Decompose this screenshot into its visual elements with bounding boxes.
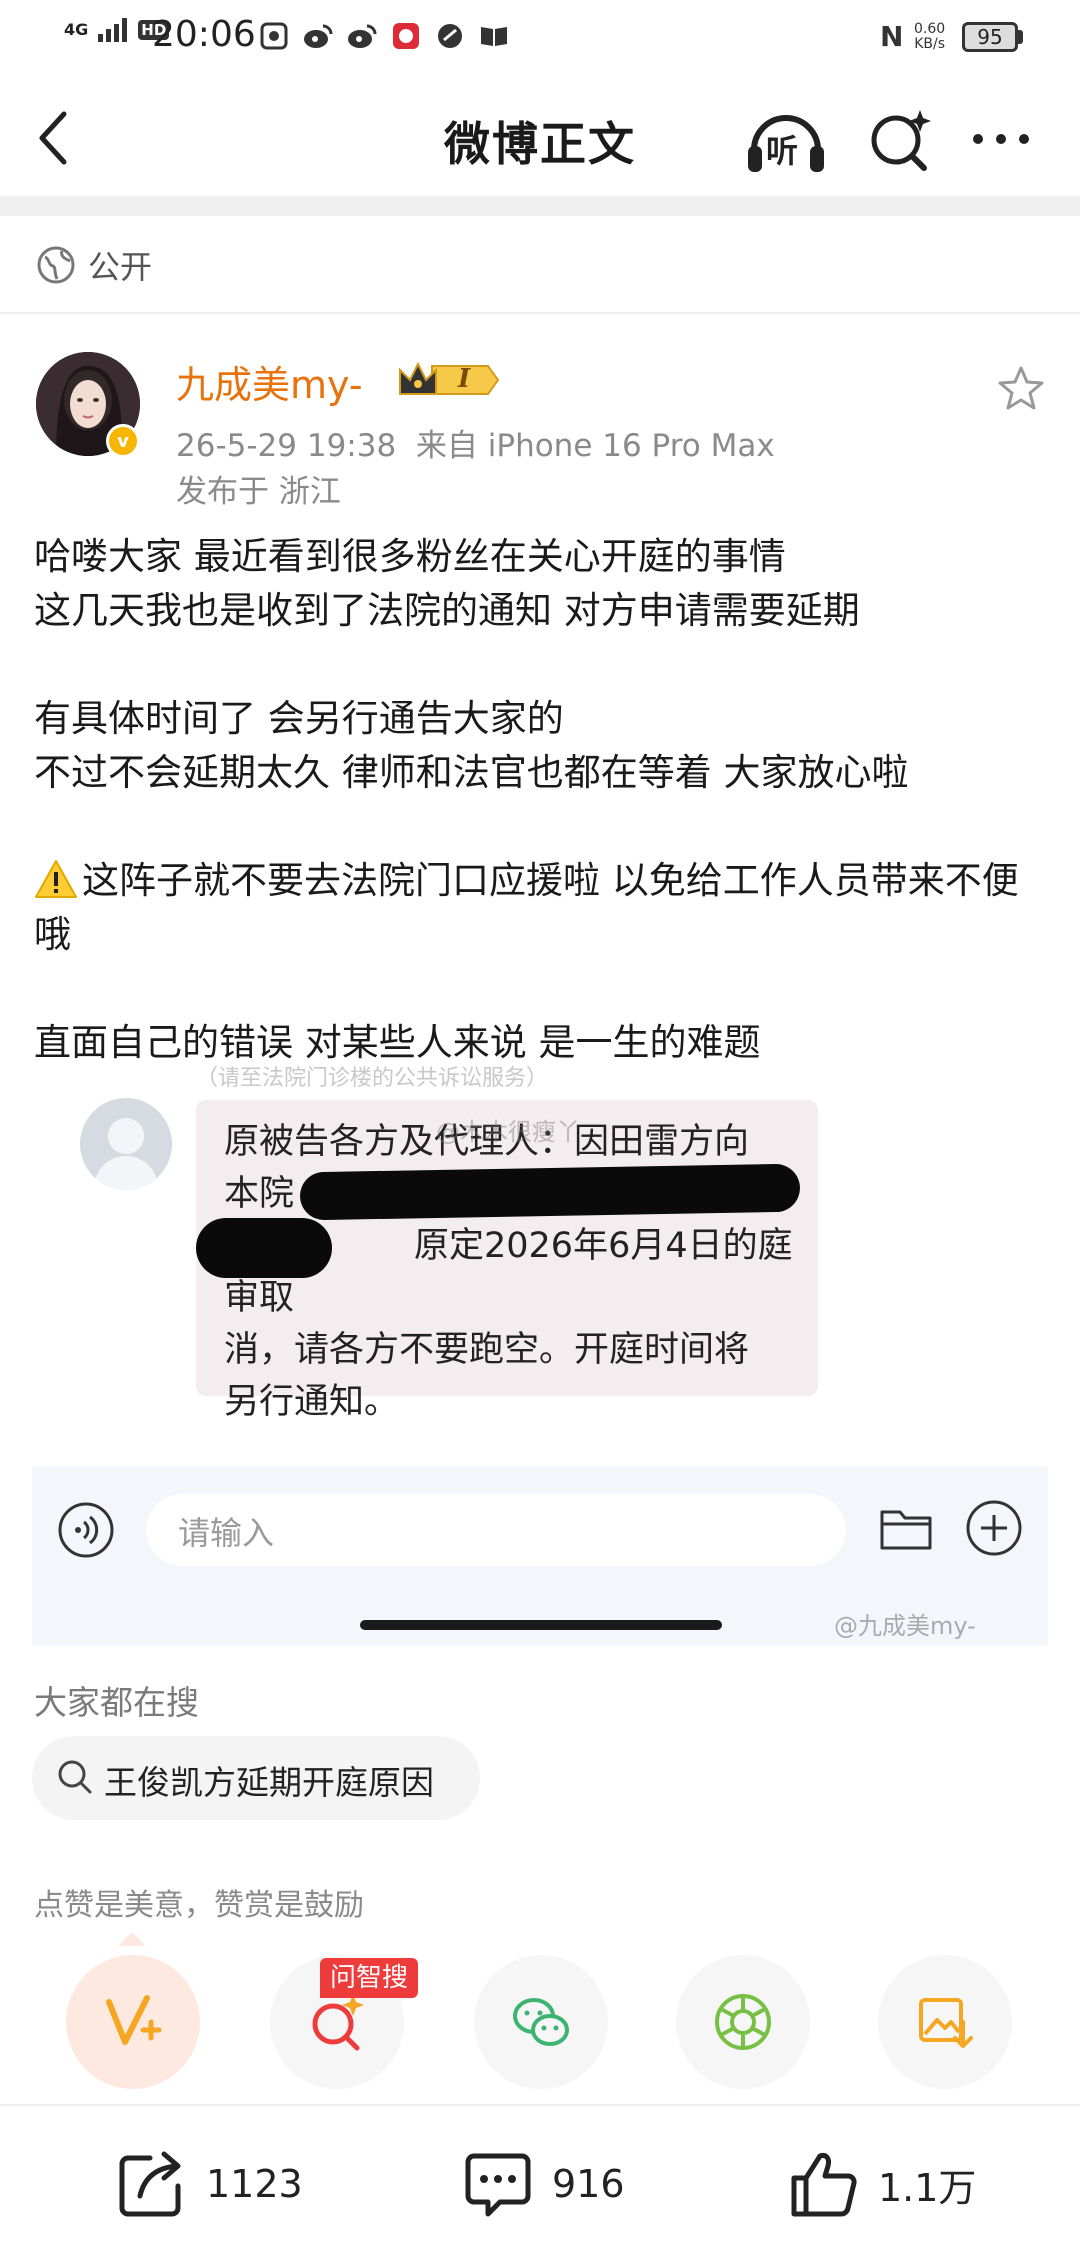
search-heading: 大家都在搜: [34, 1683, 199, 1722]
star-icon: [998, 366, 1044, 410]
post-source: 来自 iPhone 16 Pro Max: [415, 428, 775, 464]
comment-count: 916: [552, 2162, 625, 2206]
image-home-indicator: [360, 1620, 722, 1630]
post-body: 哈喽大家 最近看到很多粉丝在关心开庭的事情 这几天我也是收到了法院的通知 对方申…: [34, 530, 1054, 1070]
ai-search-badge: 问智搜: [320, 1958, 419, 1998]
sender-avatar: [80, 1098, 172, 1190]
divider: [0, 312, 1080, 314]
search-icon: [54, 1756, 96, 1798]
globe-icon: [37, 246, 75, 284]
weibo-notification-icon-2: [346, 20, 378, 52]
thumbs-up-icon: [791, 2153, 857, 2217]
reward-pointer: [118, 1932, 146, 1946]
share-moments-button[interactable]: [676, 1955, 810, 2089]
comment-icon: [465, 2153, 531, 2217]
battery-indicator: 95: [962, 22, 1018, 52]
book-icon: [478, 20, 510, 52]
ai-search-button[interactable]: [866, 104, 936, 174]
visibility-label: 公开: [88, 248, 153, 286]
like-count: 1.1万: [878, 2165, 977, 2210]
share-count: 1123: [206, 2162, 303, 2206]
share-button[interactable]: 1123: [116, 2144, 303, 2224]
vip-badge[interactable]: I: [396, 358, 500, 402]
header-divider: [0, 196, 1080, 216]
post-timestamp: 26-5-29 19:38: [176, 428, 397, 464]
app-notification-icon: [258, 20, 290, 52]
author-name[interactable]: 九成美my-: [176, 354, 363, 409]
more-options-button[interactable]: [966, 114, 1036, 164]
post-line: 有具体时间了 会另行通告大家的: [34, 697, 564, 740]
nfc-icon: N: [880, 20, 904, 53]
like-button[interactable]: 1.1万: [788, 2144, 976, 2224]
image-watermark-top: @木木很瘦丫: [436, 1118, 580, 1146]
listen-label: 听: [766, 132, 799, 170]
crown-icon: [399, 361, 500, 395]
post-line: 不过不会延期太久 律师和法官也都在等着 大家放心啦: [34, 751, 909, 794]
notification-icons: [258, 20, 510, 52]
image-download-icon: [919, 1998, 973, 2048]
weibo-notification-icon: [302, 20, 334, 52]
status-time: 20:06: [152, 14, 256, 55]
plus-circle-icon: [964, 1498, 1024, 1558]
listen-button[interactable]: 听: [744, 100, 828, 180]
ai-search-icon: [312, 1994, 364, 2051]
network-type: 4G: [64, 20, 89, 39]
red-app-icon: [390, 20, 422, 52]
redaction-mark: [196, 1218, 332, 1278]
image-watermark-bottom: @九成美my-: [834, 1612, 976, 1640]
post-meta: 26-5-29 19:38 来自 iPhone 16 Pro Max: [176, 420, 775, 465]
reward-caption: 点赞是美意，赞赏是鼓励: [34, 1888, 364, 1923]
verified-badge: v: [106, 424, 140, 458]
share-icon: [119, 2151, 181, 2217]
share-wechat-button[interactable]: [474, 1955, 608, 2089]
more-icon: [973, 134, 1029, 144]
favorite-button[interactable]: [996, 364, 1046, 414]
post-line: 这几天我也是收到了法院的通知 对方申请需要延期: [34, 589, 860, 632]
signal-icon: [98, 18, 128, 42]
save-image-button[interactable]: [878, 1955, 1012, 2089]
leaf-app-icon: [434, 20, 466, 52]
image-chat-placeholder: 请输入: [178, 1514, 275, 1552]
ai-search-icon: [871, 110, 931, 171]
comment-button[interactable]: 916: [462, 2144, 625, 2224]
battery-tip: [1018, 30, 1023, 44]
warning-icon: [35, 860, 77, 898]
post-location: 发布于 浙江: [176, 474, 341, 510]
redaction-mark: [299, 1163, 801, 1221]
post-line-warning: 这阵子就不要去法院门口应援啦 以免给工作人员带来不便哦: [34, 859, 1019, 956]
search-suggestion-label: 王俊凯方延期开庭原因: [104, 1763, 434, 1802]
voice-icon: [56, 1500, 116, 1560]
vip-level: I: [458, 364, 471, 394]
reward-v-plus-icon: [106, 1995, 162, 2045]
folder-icon: [878, 1500, 934, 1556]
image-faint-text: （请至法院门诊楼的公共诉讼服务）: [196, 1066, 549, 1088]
net-speed: 0.60 KB/s: [914, 21, 946, 52]
reward-button[interactable]: [66, 1955, 200, 2089]
post-line: 哈喽大家 最近看到很多粉丝在关心开庭的事情: [34, 535, 786, 578]
wechat-icon: [513, 1998, 569, 2046]
visibility-indicator: 公开: [36, 240, 152, 290]
moments-icon: [715, 1994, 771, 2050]
